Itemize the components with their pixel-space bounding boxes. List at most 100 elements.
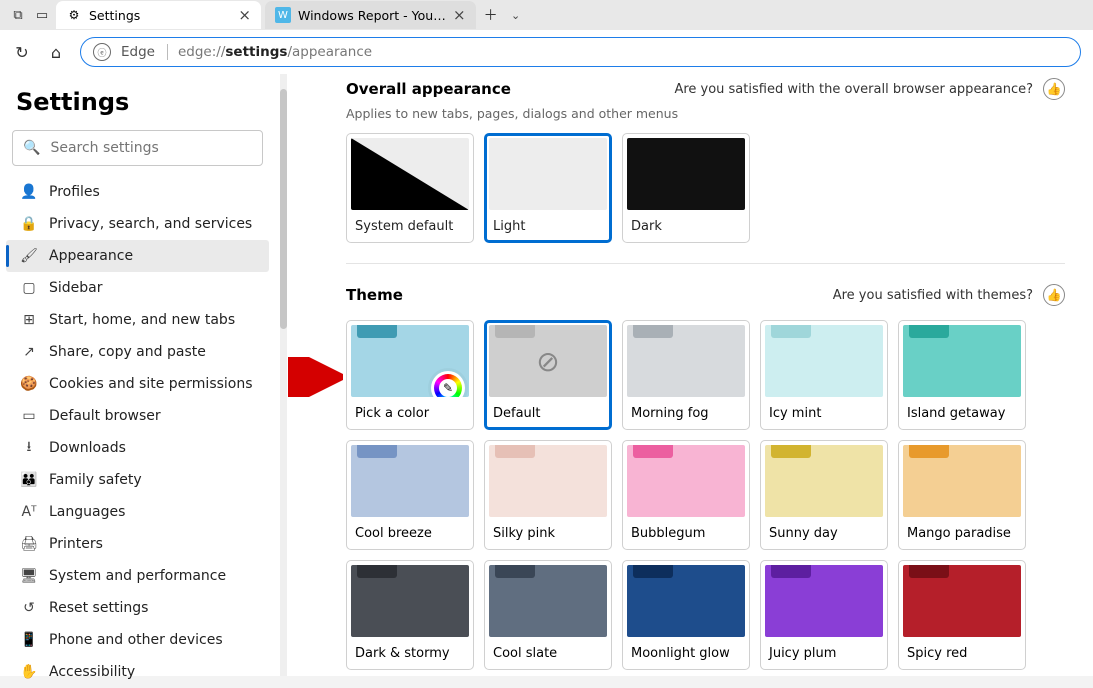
theme-morning-fog[interactable]: Morning fog — [622, 320, 750, 430]
nav-icon: ✋ — [20, 664, 38, 680]
theme-label: Icy mint — [765, 397, 883, 425]
sidebar-item-label: Accessibility — [49, 664, 135, 680]
sidebar-item-label: Default browser — [49, 408, 161, 424]
theme-bubblegum[interactable]: Bubblegum — [622, 440, 750, 550]
theme-icy-mint[interactable]: Icy mint — [760, 320, 888, 430]
sidebar-item-label: Reset settings — [49, 600, 148, 616]
theme-moonlight-glow[interactable]: Moonlight glow — [622, 560, 750, 670]
nav-icon: Aᵀ — [20, 504, 38, 520]
settings-content: Overall appearance Are you satisfied wit… — [288, 74, 1093, 676]
search-settings[interactable]: 🔍 — [12, 130, 263, 166]
thumbs-up-icon[interactable]: 👍 — [1043, 78, 1065, 100]
sidebar-item-label: Downloads — [49, 440, 126, 456]
reload-icon[interactable]: ↻ — [12, 42, 32, 62]
theme-header: Theme Are you satisfied with themes? 👍 — [346, 284, 1065, 306]
theme-cool-breeze[interactable]: Cool breeze — [346, 440, 474, 550]
sidebar-scrollbar[interactable] — [280, 74, 287, 676]
sidebar-item-share-copy-and-paste[interactable]: ↗Share, copy and paste — [6, 336, 269, 368]
theme-swatch — [351, 445, 469, 517]
theme-label: Bubblegum — [627, 517, 745, 545]
theme-label: Cool breeze — [351, 517, 469, 545]
theme-swatch — [765, 445, 883, 517]
nav-icon: 📱 — [20, 632, 38, 648]
nav-icon: 👪 — [20, 472, 38, 488]
theme-silky-pink[interactable]: Silky pink — [484, 440, 612, 550]
sidebar-item-profiles[interactable]: 👤Profiles — [6, 176, 269, 208]
sidebar-item-family-safety[interactable]: 👪Family safety — [6, 464, 269, 496]
sidebar-item-privacy-search-and-services[interactable]: 🔒Privacy, search, and services — [6, 208, 269, 240]
theme-label: Morning fog — [627, 397, 745, 425]
theme-label: Island getaway — [903, 397, 1021, 425]
new-tab-button[interactable]: ＋ — [480, 5, 502, 25]
no-theme-icon: ⊘ — [489, 325, 607, 397]
appearance-label: System default — [351, 210, 469, 238]
sidebar-item-sidebar[interactable]: ▢ Sidebar — [6, 272, 269, 304]
appearance-preview — [351, 138, 469, 210]
theme-cool-slate[interactable]: Cool slate — [484, 560, 612, 670]
sidebar-item-default-browser[interactable]: ▭Default browser — [6, 400, 269, 432]
nav-icon: ↺ — [20, 600, 38, 616]
theme-default[interactable]: ⊘Default — [484, 320, 612, 430]
search-input[interactable] — [50, 140, 252, 156]
theme-island-getaway[interactable]: Island getaway — [898, 320, 1026, 430]
sidebar-item-languages[interactable]: AᵀLanguages — [6, 496, 269, 528]
theme-swatch: ⊘ — [489, 325, 607, 397]
theme-label: Default — [489, 397, 607, 425]
theme-juicy-plum[interactable]: Juicy plum — [760, 560, 888, 670]
theme-sunny-day[interactable]: Sunny day — [760, 440, 888, 550]
sidebar-item-label: Appearance — [49, 248, 133, 264]
appearance-light[interactable]: Light — [484, 133, 612, 243]
sidebar-item-reset-settings[interactable]: ↺ Reset settings — [6, 592, 269, 624]
theme-swatch — [765, 565, 883, 637]
theme-label: Mango paradise — [903, 517, 1021, 545]
sidebar-item-label: Printers — [49, 536, 103, 552]
sidebar-toggle-icon[interactable]: ⧉ — [8, 8, 28, 23]
sidebar-item-label: Phone and other devices — [49, 632, 223, 648]
sidebar-item-phone-and-other-devices[interactable]: 📱 Phone and other devices — [6, 624, 269, 656]
nav-icon: 👤 — [20, 184, 38, 200]
sidebar-item-start-home-and-new-tabs[interactable]: ⊞Start, home, and new tabs — [6, 304, 269, 336]
sidebar-item-cookies-and-site-permissions[interactable]: 🍪Cookies and site permissions — [6, 368, 269, 400]
tab-overflow-icon[interactable]: ⌄ — [506, 9, 526, 22]
annotation-arrow — [288, 357, 343, 397]
settings-sidebar: Settings 🔍 👤Profiles🔒Privacy, search, an… — [0, 74, 288, 676]
sidebar-item-printers[interactable]: 🖨Printers — [6, 528, 269, 560]
theme-dark-stormy[interactable]: Dark & stormy — [346, 560, 474, 670]
search-icon: 🔍 — [23, 140, 40, 156]
section-subtitle: Applies to new tabs, pages, dialogs and … — [346, 106, 1065, 121]
sidebar-item-appearance[interactable]: 🖌Appearance — [6, 240, 269, 272]
browser-tabstrip: ⧉ ▭ ⚙ Settings × W Windows Report - Your… — [0, 0, 1093, 30]
theme-mango-paradise[interactable]: Mango paradise — [898, 440, 1026, 550]
nav-icon: ▢ — [20, 280, 38, 296]
appearance-label: Dark — [627, 210, 745, 238]
sidebar-item-downloads[interactable]: ⭳Downloads — [6, 432, 269, 464]
theme-spicy-red[interactable]: Spicy red — [898, 560, 1026, 670]
theme-label: Moonlight glow — [627, 637, 745, 665]
sidebar-item-accessibility[interactable]: ✋ Accessibility — [6, 656, 269, 688]
close-tab-icon[interactable]: × — [238, 6, 251, 24]
address-bar[interactable]: ⓔ Edge edge://settings/appearance — [80, 37, 1081, 67]
site-identity-icon: ⓔ — [93, 43, 111, 61]
gear-icon: ⚙ — [66, 7, 82, 23]
theme-pick-a-color[interactable]: ✎Pick a color — [346, 320, 474, 430]
scrollbar-thumb[interactable] — [280, 89, 287, 329]
home-icon[interactable]: ⌂ — [46, 42, 66, 62]
sidebar-item-system-and-performance[interactable]: 🖥System and performance — [6, 560, 269, 592]
appearance-label: Light — [489, 210, 607, 238]
tab-windows-report[interactable]: W Windows Report - Your go-to so × — [265, 1, 476, 29]
theme-label: Sunny day — [765, 517, 883, 545]
tab-actions-icon[interactable]: ▭ — [32, 8, 52, 23]
section-title: Overall appearance — [346, 80, 511, 98]
close-tab-icon[interactable]: × — [453, 6, 466, 24]
appearance-system-default[interactable]: System default — [346, 133, 474, 243]
appearance-preview — [489, 138, 607, 210]
tab-settings[interactable]: ⚙ Settings × — [56, 1, 261, 29]
theme-label: Spicy red — [903, 637, 1021, 665]
theme-swatch — [351, 565, 469, 637]
tab-title: Windows Report - Your go-to so — [298, 8, 446, 23]
page-title: Settings — [6, 84, 269, 130]
sidebar-item-label: Sidebar — [49, 280, 103, 296]
appearance-dark[interactable]: Dark — [622, 133, 750, 243]
thumbs-up-icon[interactable]: 👍 — [1043, 284, 1065, 306]
nav-icon: ⊞ — [20, 312, 38, 328]
